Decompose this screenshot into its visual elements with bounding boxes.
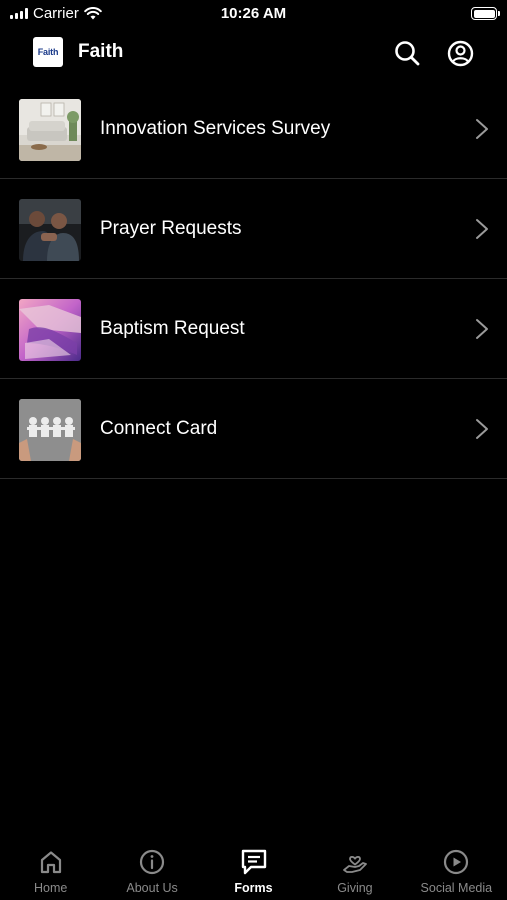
tab-label: About Us (126, 881, 178, 895)
list-item[interactable]: Innovation Services Survey (0, 79, 507, 179)
giving-icon (341, 848, 369, 876)
info-icon (138, 848, 166, 876)
search-button[interactable] (392, 38, 422, 68)
thumbnail-image (19, 399, 81, 461)
tab-home[interactable]: Home (0, 840, 101, 900)
tab-label: Giving (337, 881, 373, 895)
page-title: Faith (78, 41, 124, 62)
thumbnail-image (19, 299, 81, 361)
logo-text: Faith (37, 47, 59, 57)
list-item-label: Innovation Services Survey (100, 118, 331, 139)
thumbnail-image (19, 199, 81, 261)
status-bar: Carrier 10:26 AM (0, 0, 507, 28)
tab-about-us[interactable]: About Us (101, 840, 202, 900)
bottom-tab-bar: Home About Us Forms Giving Social Media (0, 840, 507, 900)
chevron-right-icon (476, 319, 488, 339)
account-button[interactable] (445, 38, 475, 68)
app-logo: Faith (33, 37, 63, 67)
play-icon (442, 848, 470, 876)
list-item-label: Connect Card (100, 418, 218, 439)
chevron-right-icon (476, 119, 488, 139)
thumbnail-image (19, 99, 81, 161)
tab-giving[interactable]: Giving (304, 840, 405, 900)
account-icon (447, 40, 473, 66)
tab-forms[interactable]: Forms (203, 840, 304, 900)
app-header: Faith Faith (0, 28, 507, 78)
list-item-label: Baptism Request (100, 318, 245, 339)
list-item-label: Prayer Requests (100, 218, 242, 239)
tab-label: Forms (234, 881, 273, 895)
search-icon (395, 41, 420, 66)
tab-label: Social Media (420, 881, 493, 895)
home-icon (37, 848, 65, 876)
status-time: 10:26 AM (220, 5, 287, 22)
list-item[interactable]: Connect Card (0, 379, 507, 479)
chevron-right-icon (476, 419, 488, 439)
list-item[interactable]: Baptism Request (0, 279, 507, 379)
tab-label: Home (34, 881, 68, 895)
chevron-right-icon (476, 219, 488, 239)
forms-icon (240, 848, 268, 876)
forms-list: Innovation Services Survey Prayer Reques… (0, 79, 507, 479)
tab-social-media[interactable]: Social Media (406, 840, 507, 900)
battery-icon (471, 7, 500, 20)
list-item[interactable]: Prayer Requests (0, 179, 507, 279)
